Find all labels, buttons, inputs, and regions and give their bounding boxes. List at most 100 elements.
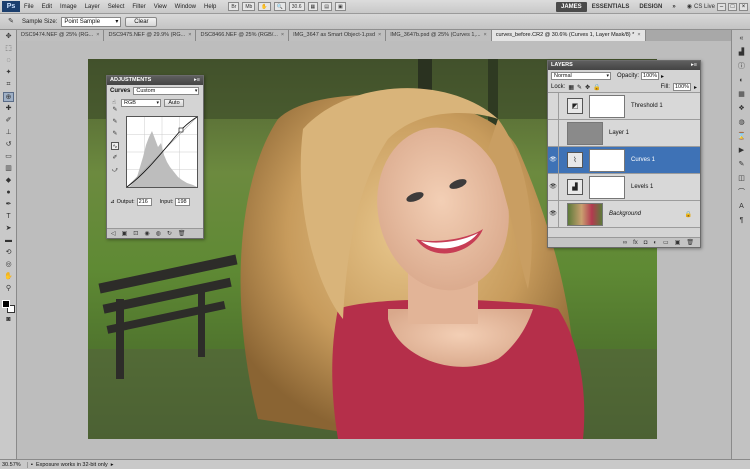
workspace-design[interactable]: DESIGN [634,2,667,12]
close-tab-icon[interactable]: × [637,32,640,38]
maximize-icon[interactable]: □ [728,2,737,11]
menu-edit[interactable]: Edit [38,4,56,10]
menu-filter[interactable]: Filter [128,4,149,10]
reset-icon[interactable]: ↻ [167,230,172,237]
channel-select[interactable]: RGB [121,99,161,107]
quick-select-tool-icon[interactable]: ✦ [3,68,14,78]
menu-select[interactable]: Select [104,4,129,10]
tab-dsc9474[interactable]: DSC9474.NEF @ 25% (RG... × [17,30,105,41]
opacity-field[interactable]: 100% [641,72,660,80]
paragraph-panel-icon[interactable]: ¶ [736,216,747,226]
tab-img3647b[interactable]: IMG_3647b.psd @ 25% (Curves 1,... × [386,30,492,41]
minimize-icon[interactable]: – [717,2,726,11]
close-tab-icon[interactable]: × [96,32,99,38]
quick-mask-icon[interactable]: ◙ [3,315,14,325]
workspace-more-icon[interactable]: » [667,2,680,12]
white-point-eyedropper-icon[interactable]: ✎ [111,130,119,138]
swatches-panel-icon[interactable]: ▦ [736,90,747,100]
paths-panel-icon[interactable]: ⌒ [736,188,747,198]
return-to-list-icon[interactable]: ◁ [111,230,116,237]
histogram-panel-icon[interactable]: ▟ [736,48,747,58]
cs-live-button[interactable]: ◉ CS Live [687,3,715,11]
arrange-documents-icon[interactable]: ▤ [321,2,332,11]
close-icon[interactable]: × [739,2,748,11]
opacity-dropdown-icon[interactable]: ▸ [661,73,664,80]
preset-select[interactable]: Custom [133,87,200,95]
layer-background[interactable]: 👁 Background 🔒 [548,200,700,228]
menu-file[interactable]: File [20,4,38,10]
sample-size-select[interactable]: Point Sample [61,16,122,27]
lock-image-icon[interactable]: ✎ [577,84,582,91]
adjustments-title-bar[interactable]: ADJUSTMENTS ▸≡ [107,76,203,85]
zoom-level-field[interactable]: 30.6 [288,2,305,11]
hand-tool-icon[interactable]: ✋ [3,272,14,282]
add-mask-icon[interactable]: ◘ [644,240,648,246]
lock-position-icon[interactable]: ✥ [585,84,590,91]
tab-dsc8466[interactable]: DSC8466.NEF @ 25% (RGB/... × [196,30,290,41]
expand-dock-icon[interactable]: « [736,34,747,44]
zoom-readout[interactable]: 30.57% [0,461,28,468]
gray-point-eyedropper-icon[interactable]: ✎ [111,118,119,126]
fill-field[interactable]: 100% [672,83,691,91]
healing-brush-tool-icon[interactable]: ✚ [3,104,14,114]
close-tab-icon[interactable]: × [281,32,284,38]
path-selection-tool-icon[interactable]: ➤ [3,224,14,234]
layer-mask-thumbnail[interactable] [589,175,625,199]
styles-panel-icon[interactable]: ❖ [736,104,747,114]
zoom-tool-icon[interactable]: ⚲ [3,284,14,294]
delete-layer-icon[interactable]: 🗑 [686,239,694,246]
expanded-view-icon[interactable]: ▣ [122,230,128,237]
link-layers-icon[interactable]: ∞ [623,240,627,246]
lock-transparent-icon[interactable]: ▦ [568,84,574,91]
smooth-icon[interactable]: ⤻ [111,166,119,174]
color-panel-icon[interactable]: ◐ [736,76,747,86]
toggle-visibility-icon[interactable]: ◉ [144,230,149,237]
tab-img3647-smart[interactable]: IMG_3647 as Smart Object-1.psd × [289,30,387,41]
history-panel-icon[interactable]: ⌛ [736,132,747,142]
menu-layer[interactable]: Layer [81,4,104,10]
panel-menu-icon[interactable]: ▸≡ [194,76,200,85]
auto-button[interactable]: Auto [164,99,184,107]
3d-orbit-tool-icon[interactable]: ◎ [3,260,14,270]
black-point-eyedropper-icon[interactable]: ✎ [111,106,119,114]
hand-tool-icon[interactable]: ✋ [258,2,271,11]
input-field[interactable]: 198 [175,198,191,206]
crop-tool-icon[interactable]: ⌗ [3,80,14,90]
pencil-icon[interactable]: ✐ [111,154,119,162]
clone-stamp-tool-icon[interactable]: ⊥ [3,128,14,138]
layers-title-bar[interactable]: LAYERS ▸≡ [548,61,700,70]
brushes-panel-icon[interactable]: ✎ [736,160,747,170]
menu-help[interactable]: Help [200,4,220,10]
layer-threshold-1[interactable]: ◩ Threshold 1 [548,92,700,120]
history-brush-tool-icon[interactable]: ↺ [3,140,14,150]
layer-mask-thumbnail[interactable] [589,148,625,172]
eyedropper-preset-icon[interactable]: ✎ [4,17,18,27]
actions-panel-icon[interactable]: ▶ [736,146,747,156]
lock-all-icon[interactable]: 🔒 [593,84,600,91]
new-adjustment-icon[interactable]: ◐ [653,240,657,246]
masks-panel-icon[interactable]: ◍ [736,118,747,128]
layer-mask-thumbnail[interactable] [589,94,625,118]
zoom-tool-icon[interactable]: 🔍 [273,2,286,11]
curve-point-icon[interactable]: ∿ [111,142,119,150]
visibility-toggle[interactable] [548,92,559,120]
type-tool-icon[interactable]: T [3,212,14,222]
info-panel-icon[interactable]: ⓘ [736,62,747,72]
curve-graph[interactable] [126,116,198,188]
panel-menu-icon[interactable]: ▸≡ [691,61,697,70]
view-previous-icon[interactable]: ◍ [156,230,161,237]
dodge-tool-icon[interactable]: ● [3,188,14,198]
marquee-tool-icon[interactable]: ⬚ [3,44,14,54]
gradient-tool-icon[interactable]: ▥ [3,164,14,174]
curve-display-icon[interactable]: ⊿ [110,199,115,205]
workspace-essentials[interactable]: ESSENTIALS [587,2,635,12]
status-menu-icon[interactable]: ▸ [108,462,114,468]
color-swatches[interactable] [2,300,15,313]
menu-window[interactable]: Window [171,4,200,10]
clip-to-layer-icon[interactable]: ⊡ [133,230,138,237]
close-tab-icon[interactable]: × [188,32,191,38]
brush-tool-icon[interactable]: ✐ [3,116,14,126]
workspace-james[interactable]: JAMES [556,1,587,12]
blend-mode-select[interactable]: Normal [551,72,611,80]
pen-tool-icon[interactable]: ✒ [3,200,14,210]
